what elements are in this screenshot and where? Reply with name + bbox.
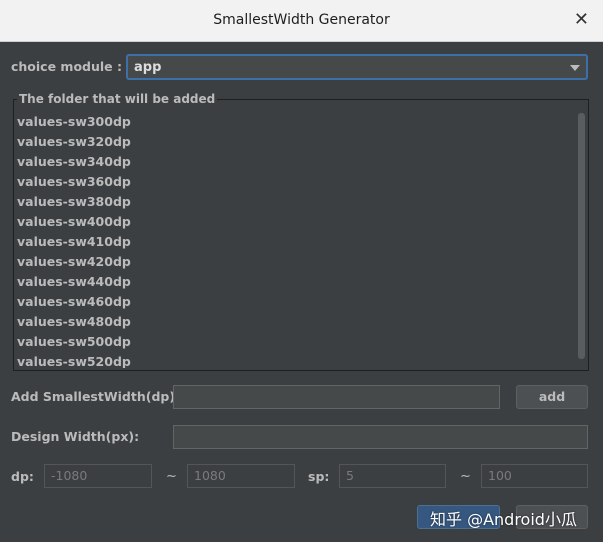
list-item[interactable]: values-sw410dp [16, 233, 576, 253]
watermark: 知乎 @Android小瓜 [430, 510, 577, 529]
dp-to-placeholder: 1080 [194, 468, 226, 483]
list-item[interactable]: values-sw300dp [16, 113, 576, 133]
folder-list: values-sw300dp values-sw320dp values-sw3… [16, 113, 576, 368]
list-item[interactable]: values-sw520dp [16, 353, 576, 368]
list-item[interactable]: values-sw420dp [16, 253, 576, 273]
add-sw-label: Add SmallestWidth(dp): [11, 389, 181, 404]
list-item[interactable]: values-sw480dp [16, 313, 576, 333]
list-item[interactable]: values-sw340dp [16, 153, 576, 173]
add-sw-input[interactable] [173, 385, 500, 409]
list-item[interactable]: values-sw400dp [16, 213, 576, 233]
folder-group-title: The folder that will be added [17, 92, 218, 106]
module-label: choice module : [11, 59, 122, 74]
design-width-label: Design Width(px): [11, 429, 140, 444]
title-bar: SmallestWidth Generator ✕ [0, 0, 603, 42]
folder-list-scrollbar[interactable] [578, 113, 585, 359]
dp-range-separator: ~ [166, 469, 177, 484]
design-width-input[interactable] [173, 425, 588, 449]
list-item[interactable]: values-sw460dp [16, 293, 576, 313]
module-selected-value: app [134, 60, 162, 75]
dp-from-placeholder: -1080 [51, 468, 88, 483]
sp-from-placeholder: 5 [346, 468, 354, 483]
sp-from-input[interactable]: 5 [339, 464, 446, 488]
window-title: SmallestWidth Generator [213, 12, 390, 28]
sp-label: sp: [308, 469, 330, 484]
list-item[interactable]: values-sw320dp [16, 133, 576, 153]
sp-to-placeholder: 100 [488, 468, 512, 483]
list-item[interactable]: values-sw380dp [16, 193, 576, 213]
list-item[interactable]: values-sw360dp [16, 173, 576, 193]
close-icon[interactable]: ✕ [574, 9, 589, 31]
list-item[interactable]: values-sw440dp [16, 273, 576, 293]
sp-to-input[interactable]: 100 [481, 464, 588, 488]
module-select[interactable]: app [126, 54, 588, 80]
list-item[interactable]: values-sw500dp [16, 333, 576, 353]
chevron-down-icon[interactable] [570, 65, 580, 71]
add-button[interactable]: add [516, 385, 588, 409]
sp-range-separator: ~ [460, 469, 471, 484]
dp-from-input[interactable]: -1080 [44, 464, 152, 488]
dp-to-input[interactable]: 1080 [187, 464, 295, 488]
dp-label: dp: [11, 469, 34, 484]
